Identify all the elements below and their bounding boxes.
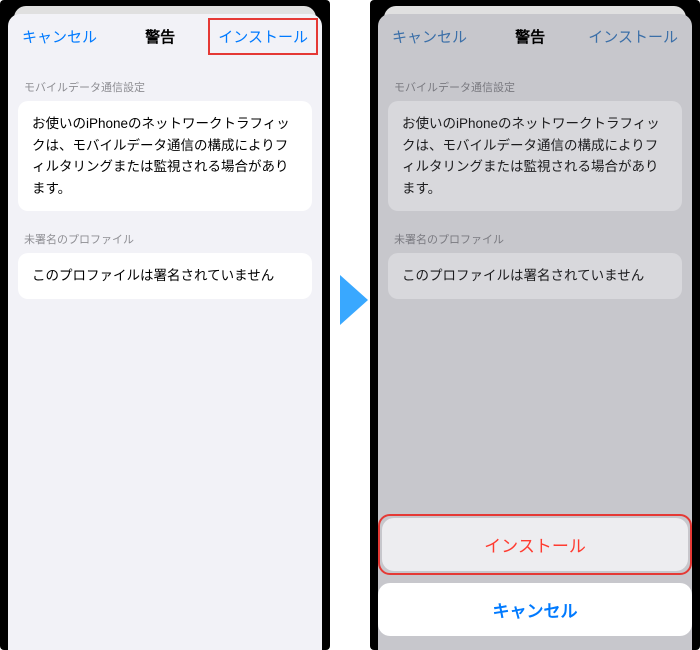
nav-bar: キャンセル 警告 インストール	[378, 14, 692, 59]
install-button[interactable]: インストール	[218, 26, 308, 47]
unsigned-profile-card: このプロファイルは署名されていません	[388, 253, 682, 299]
phone-right: キャンセル 警告 インストール モバイルデータ通信設定 お使いのiPhoneのネ…	[370, 0, 700, 650]
nav-bar: キャンセル 警告 インストール	[8, 14, 322, 59]
sheet-stack: キャンセル 警告 インストール モバイルデータ通信設定 お使いのiPhoneのネ…	[8, 6, 322, 650]
section-header-cellular: モバイルデータ通信設定	[378, 59, 692, 101]
action-cancel-button[interactable]: キャンセル	[378, 583, 692, 636]
install-button: インストール	[588, 26, 678, 47]
nav-title: 警告	[515, 26, 545, 47]
cellular-warning-card: お使いのiPhoneのネットワークトラフィックは、モバイルデータ通信の構成により…	[18, 101, 312, 211]
section-header-unsigned: 未署名のプロファイル	[378, 211, 692, 253]
cellular-warning-card: お使いのiPhoneのネットワークトラフィックは、モバイルデータ通信の構成により…	[388, 101, 682, 211]
section-header-cellular: モバイルデータ通信設定	[8, 59, 322, 101]
warning-sheet: キャンセル 警告 インストール モバイルデータ通信設定 お使いのiPhoneのネ…	[8, 14, 322, 650]
phone-left: キャンセル 警告 インストール モバイルデータ通信設定 お使いのiPhoneのネ…	[0, 0, 330, 650]
nav-title: 警告	[145, 26, 175, 47]
section-header-unsigned: 未署名のプロファイル	[8, 211, 322, 253]
cancel-button: キャンセル	[392, 26, 472, 47]
install-highlight: インストール	[208, 18, 318, 55]
install-label: インストール	[218, 29, 308, 46]
cancel-button[interactable]: キャンセル	[22, 26, 102, 47]
action-install-button[interactable]: インストール	[382, 518, 688, 571]
unsigned-profile-card: このプロファイルは署名されていません	[18, 253, 312, 299]
install-action-highlight: インストール	[378, 514, 692, 575]
action-sheet: インストール キャンセル	[378, 514, 692, 644]
